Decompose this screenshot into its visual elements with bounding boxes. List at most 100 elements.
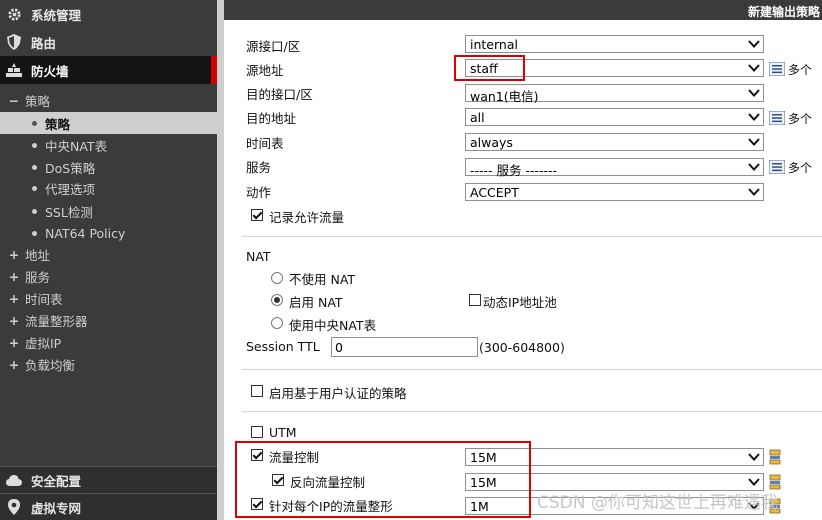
- auth-policy-label: 启用基于用户认证的策略: [269, 386, 407, 401]
- traffic-shaping-value: 15M: [470, 450, 497, 465]
- location-pin-icon: [6, 499, 22, 515]
- sidebar-system[interactable]: 系统管理: [0, 1, 217, 27]
- dst-intf-select[interactable]: wan1(电信): [465, 84, 764, 104]
- expand-icon: +: [8, 356, 20, 372]
- sidebar-route[interactable]: 路由: [0, 29, 217, 55]
- src-intf-select[interactable]: internal: [465, 35, 764, 53]
- service-value: ----- 服务 -------: [470, 163, 558, 178]
- dst-addr-select[interactable]: all: [465, 108, 764, 126]
- dynamic-ip-pool-checkbox[interactable]: [469, 294, 481, 306]
- divider: [242, 369, 822, 370]
- chevron-down-icon: [748, 89, 760, 97]
- src-addr-value: staff: [470, 61, 498, 76]
- action-label: 动作: [246, 185, 272, 200]
- sidebar-firewall-label: 防火墙: [31, 63, 69, 79]
- chevron-down-icon: [748, 138, 760, 146]
- dst-addr-label: 目的地址: [246, 111, 297, 126]
- tree-virtual-ip[interactable]: + 虚拟IP: [0, 331, 217, 353]
- auth-policy-checkbox[interactable]: [251, 385, 263, 397]
- sidebar-firewall[interactable]: 防火墙: [0, 56, 217, 84]
- main-panel: 新建输出策略 源接口/区 internal 源地址 staff 多个 目的接口/…: [224, 0, 822, 520]
- bullet-icon: [32, 185, 37, 191]
- chevron-down-icon: [748, 40, 760, 48]
- cloud-icon: [6, 472, 22, 488]
- sub-nat64-policy-label: NAT64 Policy: [45, 225, 126, 241]
- tree-service-label: 服务: [25, 269, 51, 285]
- expand-icon: +: [8, 290, 20, 306]
- header-bar: 新建输出策略: [224, 0, 822, 20]
- per-ip-shaping-checkbox[interactable]: [251, 498, 263, 510]
- sidebar-vpn[interactable]: 虚拟专网: [0, 494, 217, 520]
- sub-nat64-policy[interactable]: NAT64 Policy: [0, 222, 217, 244]
- action-select[interactable]: ACCEPT: [465, 183, 764, 201]
- bullet-icon: [32, 208, 37, 214]
- expand-icon: +: [8, 312, 20, 328]
- sub-ssl-inspection[interactable]: SSL检测: [0, 200, 217, 222]
- sub-central-nat-label: 中央NAT表: [45, 138, 108, 154]
- per-ip-shaping-value: 1M: [470, 499, 489, 514]
- tree-virtual-ip-label: 虚拟IP: [25, 335, 62, 351]
- nat-disable-radio[interactable]: [271, 272, 283, 284]
- list-icon: [769, 62, 785, 76]
- nat-title: NAT: [246, 249, 271, 264]
- chevron-down-icon: [748, 453, 760, 461]
- sub-policy-label: 策略: [45, 116, 71, 132]
- chevron-down-icon: [748, 188, 760, 196]
- traffic-shaping-label: 流量控制: [269, 450, 320, 465]
- session-ttl-input[interactable]: 0: [331, 337, 478, 357]
- tree-service[interactable]: + 服务: [0, 265, 217, 287]
- src-addr-multiple[interactable]: 多个: [769, 61, 812, 77]
- dynamic-ip-pool-label: 动态IP地址池: [483, 295, 557, 310]
- dst-addr-value: all: [470, 110, 485, 125]
- tree-traffic-shaper[interactable]: + 流量整形器: [0, 309, 217, 331]
- reverse-shaping-label: 反向流量控制: [290, 475, 366, 490]
- sub-central-nat[interactable]: 中央NAT表: [0, 134, 217, 156]
- sub-policy[interactable]: 策略: [0, 112, 217, 134]
- service-multiple[interactable]: 多个: [769, 159, 812, 175]
- dst-addr-multiple[interactable]: 多个: [769, 110, 812, 126]
- chevron-down-icon: [748, 113, 760, 121]
- log-allowed-checkbox[interactable]: [251, 209, 263, 221]
- sidebar-security-profile-label: 安全配置: [31, 473, 82, 489]
- sidebar-route-label: 路由: [31, 35, 57, 51]
- src-addr-label: 源地址: [246, 63, 284, 78]
- tree-traffic-shaper-label: 流量整形器: [25, 313, 88, 329]
- traffic-shaping-select[interactable]: 15M: [465, 448, 764, 466]
- tree-schedule-label: 时间表: [25, 291, 63, 307]
- list-icon: [769, 160, 785, 174]
- session-ttl-hint: (300-604800): [479, 340, 565, 355]
- sub-dos-policy[interactable]: DoS策略: [0, 156, 217, 178]
- traffic-shaping-checkbox[interactable]: [251, 449, 263, 461]
- sidebar-security-profile[interactable]: 安全配置: [0, 467, 217, 493]
- central-nat-radio[interactable]: [271, 317, 283, 329]
- expand-icon: +: [8, 334, 20, 350]
- central-nat-label: 使用中央NAT表: [289, 318, 377, 333]
- tree-address[interactable]: + 地址: [0, 243, 217, 265]
- tree-load-balance-label: 负载均衡: [25, 357, 76, 373]
- shaper-icon[interactable]: [768, 449, 784, 465]
- src-intf-label: 源接口/区: [246, 39, 301, 54]
- tree-schedule[interactable]: + 时间表: [0, 287, 217, 309]
- dst-intf-value: wan1(电信): [470, 89, 539, 104]
- utm-checkbox[interactable]: [251, 426, 263, 438]
- schedule-select[interactable]: always: [465, 133, 764, 151]
- schedule-label: 时间表: [246, 136, 284, 151]
- src-intf-value: internal: [470, 37, 518, 52]
- sub-proxy-options-label: 代理选项: [45, 181, 96, 197]
- service-select[interactable]: ----- 服务 -------: [465, 158, 764, 178]
- gear-icon: [6, 6, 22, 22]
- sub-proxy-options[interactable]: 代理选项: [0, 177, 217, 199]
- service-label: 服务: [246, 160, 272, 175]
- nat-enable-radio[interactable]: [271, 294, 283, 306]
- bullet-icon: [32, 142, 37, 148]
- tree-load-balance[interactable]: + 负载均衡: [0, 353, 217, 375]
- page-title: 新建输出策略: [747, 5, 820, 19]
- bullet-icon: [32, 164, 37, 170]
- action-value: ACCEPT: [470, 185, 519, 200]
- divider: [242, 236, 822, 237]
- reverse-shaping-checkbox[interactable]: [272, 474, 284, 486]
- shield-icon: [6, 34, 22, 50]
- sub-dos-policy-label: DoS策略: [45, 160, 96, 176]
- src-addr-select[interactable]: staff: [465, 59, 764, 77]
- tree-policy-group[interactable]: − 策略: [0, 89, 217, 111]
